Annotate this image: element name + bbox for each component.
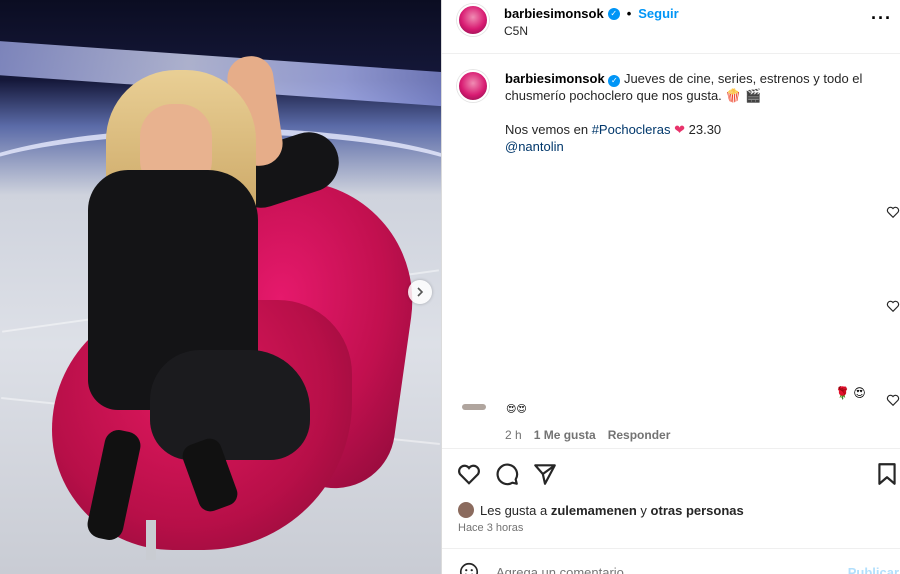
comment-input[interactable] bbox=[496, 565, 796, 574]
comment-meta: 2 h 1 Me gusta Responder bbox=[505, 428, 670, 442]
comment-likes-link[interactable]: 1 Me gusta bbox=[534, 428, 596, 442]
like-heart-icon[interactable] bbox=[456, 461, 482, 487]
verified-badge-icon: ✓ bbox=[608, 74, 621, 87]
comment-like-icon[interactable] bbox=[886, 299, 900, 313]
caption-time: 23.30 bbox=[685, 122, 722, 137]
comment-avatar-partial bbox=[462, 404, 486, 410]
save-bookmark-icon[interactable] bbox=[874, 461, 900, 487]
post-header: barbiesimonsok ✓ • Seguir C5N ··· bbox=[442, 0, 900, 54]
comment-partial-emoji: 😍😍 bbox=[506, 404, 527, 415]
reply-button[interactable]: Responder bbox=[608, 428, 671, 442]
likes-prefix: Les gusta a bbox=[480, 502, 551, 518]
comment-like-icon[interactable] bbox=[886, 205, 900, 219]
next-photo-button[interactable] bbox=[408, 280, 432, 304]
avatar[interactable] bbox=[457, 70, 489, 102]
post-author: barbiesimonsok ✓ • Seguir bbox=[504, 6, 679, 21]
emoji-smiley-icon[interactable] bbox=[458, 561, 480, 574]
share-send-icon[interactable] bbox=[532, 461, 558, 487]
username-link[interactable]: barbiesimonsok bbox=[504, 6, 604, 21]
comment-composer: Publicar bbox=[442, 548, 900, 574]
post-side-panel: barbiesimonsok ✓ • Seguir C5N ··· barbie… bbox=[441, 0, 900, 574]
verified-badge-icon: ✓ bbox=[607, 7, 620, 20]
more-options-icon[interactable]: ··· bbox=[871, 8, 892, 29]
chevron-right-icon bbox=[417, 287, 424, 297]
action-bar bbox=[442, 448, 900, 492]
comment-time: 2 h bbox=[505, 428, 522, 442]
chair-leg bbox=[146, 520, 156, 560]
follow-button[interactable]: Seguir bbox=[638, 6, 678, 21]
legs bbox=[150, 350, 310, 460]
post-photo[interactable] bbox=[0, 0, 441, 574]
comment-bubble-icon[interactable] bbox=[494, 461, 520, 487]
post-comment-button[interactable]: Publicar bbox=[848, 565, 899, 574]
post-timestamp[interactable]: Hace 3 horas bbox=[458, 522, 523, 534]
liker-username-link[interactable]: zulemamenen bbox=[551, 503, 637, 518]
comment-emojis: 🌹 😍 bbox=[835, 386, 866, 400]
likes-summary: Les gusta a zulemamenen y otras personas bbox=[458, 502, 744, 518]
caption-username[interactable]: barbiesimonsok bbox=[505, 71, 605, 86]
caption-line2-prefix: Nos vemos en bbox=[505, 122, 592, 137]
mention-link[interactable]: @nantolin bbox=[505, 139, 564, 154]
comment-like-icon[interactable] bbox=[886, 393, 900, 407]
avatar bbox=[458, 502, 474, 518]
hashtag-link[interactable]: #Pochocleras bbox=[592, 122, 671, 137]
avatar[interactable] bbox=[457, 4, 489, 36]
separator-dot: • bbox=[626, 6, 632, 21]
likes-conjunction: y bbox=[636, 502, 651, 518]
other-likers-link[interactable]: otras personas bbox=[651, 503, 744, 518]
caption-text: barbiesimonsok ✓ Jueves de cine, series,… bbox=[505, 70, 885, 155]
heart-emoji: ❤ bbox=[674, 122, 686, 137]
location-label[interactable]: C5N bbox=[504, 24, 528, 38]
